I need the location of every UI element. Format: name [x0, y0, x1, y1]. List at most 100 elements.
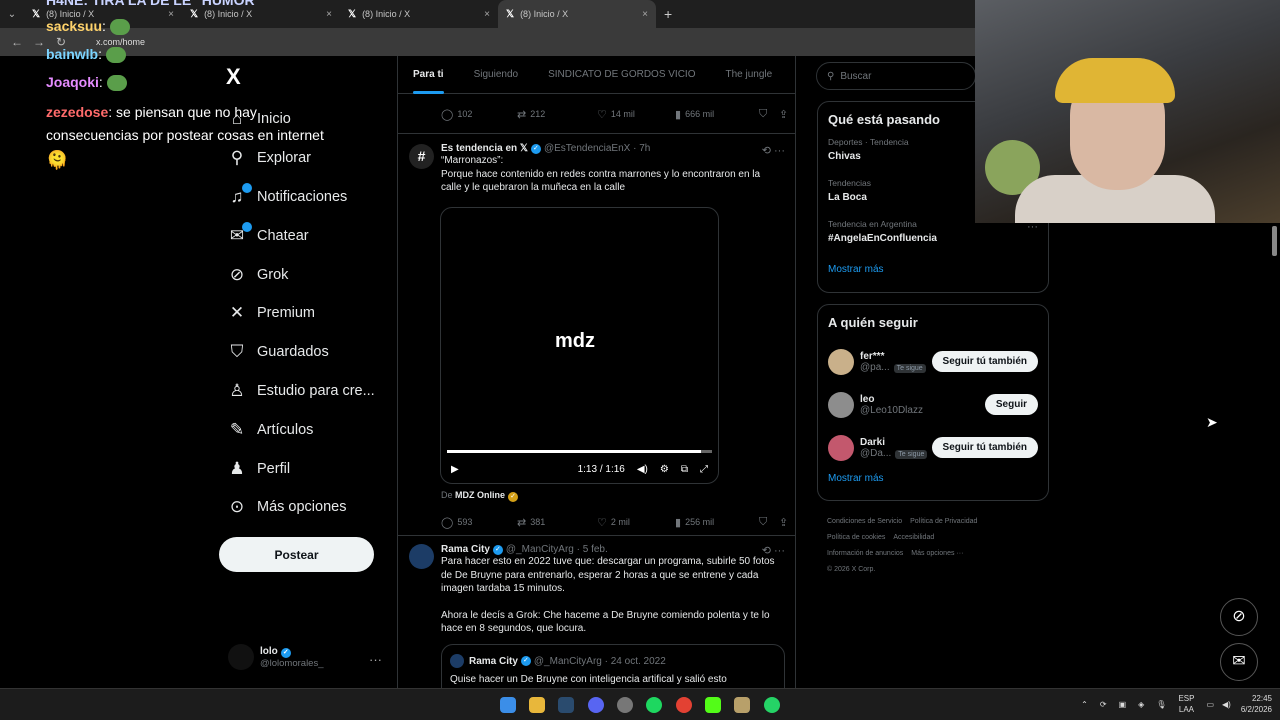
clock[interactable]: 22:45 6/2/2026	[1241, 693, 1272, 715]
post-more-icon[interactable]: ⟲ ···	[762, 544, 785, 557]
like-button[interactable]: ♡ 2 mil	[597, 516, 675, 529]
close-tab-icon[interactable]: ×	[326, 9, 332, 20]
browser-tab-active[interactable]: 𝕏 (8) Inicio / X ×	[498, 0, 656, 28]
close-tab-icon[interactable]: ×	[642, 9, 648, 20]
footer-link[interactable]: Información de anuncios	[827, 550, 903, 557]
bookmark-button[interactable]: ⛉	[759, 516, 779, 529]
views-button[interactable]: ▮ 666 mil	[675, 108, 759, 121]
verified-icon: ✓	[530, 143, 541, 154]
account-name: lolo ✓	[260, 646, 324, 658]
app-icon[interactable]	[617, 697, 633, 713]
sidebar-item-guardados[interactable]: ⛉ Guardados	[226, 333, 375, 372]
who-to-follow-title: A quién seguir	[828, 315, 918, 330]
language-indicator[interactable]: ESP LAA	[1178, 693, 1194, 715]
more-icon: ⊙	[229, 497, 245, 517]
fullscreen-icon[interactable]: ⤢	[700, 464, 708, 475]
chevron-up-icon[interactable]: ⌃	[1081, 700, 1088, 709]
quote-header: Rama City ✓ @_ManCityArg · 24 oct. 2022	[442, 645, 784, 668]
app-icon[interactable]	[734, 697, 750, 713]
new-tab-button[interactable]: +	[664, 6, 672, 22]
network-icon[interactable]: ▭	[1206, 700, 1214, 709]
sidebar-item-notificaciones[interactable]: ♫ Notificaciones	[226, 178, 375, 217]
scrollbar[interactable]	[1272, 226, 1277, 256]
tab-list-button[interactable]: ⌄	[0, 9, 24, 20]
bookmark-button[interactable]: ⛉	[759, 108, 779, 121]
hashtag-avatar[interactable]: #	[409, 144, 434, 169]
sidebar-item-explorar[interactable]: ⚲ Explorar	[226, 139, 375, 178]
chrome-icon[interactable]	[676, 697, 692, 713]
trend-item[interactable]: Tendencia en Argentina #AngelaEnConfluenc…	[818, 219, 1048, 260]
close-tab-icon[interactable]: ×	[168, 9, 174, 20]
follow-show-more[interactable]: Mostrar más	[818, 473, 1048, 484]
sidebar-item-mas-opciones[interactable]: ⊙ Más opciones	[226, 488, 375, 527]
footer-link[interactable]: Política de Privacidad	[910, 518, 977, 525]
tray-icon[interactable]: ◈	[1138, 700, 1144, 709]
follow-suggestion[interactable]: Darki @Da... Te sigue Seguir tú también	[818, 426, 1048, 469]
x-logo-icon[interactable]: X	[226, 64, 241, 90]
sidebar-item-estudio[interactable]: ♙ Estudio para cre...	[226, 372, 374, 411]
tab-sindicato[interactable]: SINDICATO DE GORDOS VICIO	[533, 56, 710, 94]
volume-icon[interactable]: ◀)	[637, 464, 648, 475]
post-more-icon[interactable]: ⟲ ···	[762, 144, 785, 157]
search-input[interactable]: ⚲ Buscar	[816, 62, 976, 90]
trending-show-more[interactable]: Mostrar más	[818, 264, 1048, 275]
chat-line: Joaqoki:	[46, 74, 127, 92]
play-icon[interactable]: ▶	[451, 464, 459, 475]
sidebar-item-chatear[interactable]: ✉ Chatear	[226, 216, 375, 255]
close-tab-icon[interactable]: ×	[484, 9, 490, 20]
post-button[interactable]: Postear	[219, 537, 374, 572]
follow-button[interactable]: Seguir tú también	[931, 437, 1038, 458]
footer-link[interactable]: Condiciones de Servicio	[827, 518, 902, 525]
sidebar-item-premium[interactable]: ✕ Premium	[226, 294, 375, 333]
video-player[interactable]: mdz ▶ 1:13 / 1:16 ◀) ⚙ ⧉ ⤢	[440, 207, 719, 484]
repost-button[interactable]: ⇄ 212	[517, 108, 597, 121]
messages-fab-button[interactable]: ✉	[1220, 643, 1258, 681]
mic-icon[interactable]: 🎙	[1156, 700, 1166, 709]
share-button[interactable]: ⇪	[779, 108, 792, 121]
verified-icon: ✓	[520, 656, 531, 666]
studio-icon: ♙	[229, 380, 245, 400]
settings-icon[interactable]: ⚙	[660, 464, 669, 475]
tray-icon[interactable]: ▣	[1119, 700, 1127, 709]
discord-icon[interactable]	[588, 697, 604, 713]
account-switcher[interactable]: lolo ✓ @lolomorales_ ···	[228, 644, 388, 670]
footer-link[interactable]: Política de cookies	[827, 534, 885, 541]
video-progress-bar[interactable]	[447, 450, 712, 453]
follow-button[interactable]: Seguir	[984, 394, 1038, 415]
browser-tab[interactable]: 𝕏 (8) Inicio / X ×	[340, 0, 498, 28]
pip-icon[interactable]: ⧉	[681, 464, 688, 475]
tab-para-ti[interactable]: Para ti	[398, 56, 459, 94]
avatar[interactable]	[409, 544, 434, 569]
follow-suggestion[interactable]: fer*** @pa... Te sigue Seguir tú también	[818, 340, 1048, 383]
footer-link[interactable]: Accesibilidad	[893, 534, 934, 541]
follow-suggestion[interactable]: leo @Leo10Dlazz Seguir	[818, 383, 1048, 426]
start-icon[interactable]	[500, 697, 516, 713]
reply-button[interactable]: ◯ 102	[441, 108, 517, 121]
footer-link[interactable]: Más opciones ···	[911, 550, 963, 557]
tray-icon[interactable]: ⟳	[1100, 700, 1107, 709]
sidebar-item-articulos[interactable]: ✎ Artículos	[226, 410, 375, 449]
bookmark-icon: ⛉	[759, 515, 768, 528]
repost-button[interactable]: ⇄ 381	[517, 516, 597, 529]
tab-siguiendo[interactable]: Siguiendo	[459, 56, 533, 94]
kick-icon[interactable]	[705, 697, 721, 713]
account-more-icon[interactable]: ···	[369, 652, 382, 667]
views-button[interactable]: ▮ 256 mil	[675, 516, 759, 529]
reply-button[interactable]: ◯ 593	[441, 516, 517, 529]
steam-icon[interactable]	[558, 697, 574, 713]
tab-the-jungle[interactable]: The jungle	[711, 56, 788, 94]
verified-icon: ✓	[280, 647, 291, 658]
share-button[interactable]: ⇪	[779, 516, 792, 529]
sidebar-item-grok[interactable]: ⊘ Grok	[226, 255, 375, 294]
sidebar-item-perfil[interactable]: ♟ Perfil	[226, 449, 375, 488]
back-icon[interactable]: ←	[6, 35, 28, 49]
like-button[interactable]: ♡ 14 mil	[597, 108, 675, 121]
grok-fab-button[interactable]: ⊘	[1220, 598, 1258, 636]
volume-icon[interactable]: ◀)	[1222, 700, 1231, 709]
folder-icon[interactable]	[529, 697, 545, 713]
spotify-icon[interactable]	[646, 697, 662, 713]
video-source: De MDZ Online ✓	[441, 490, 521, 502]
whatsapp-icon[interactable]	[764, 697, 780, 713]
account-handle: @lolomorales_	[260, 657, 324, 669]
follow-button[interactable]: Seguir tú también	[931, 351, 1038, 372]
